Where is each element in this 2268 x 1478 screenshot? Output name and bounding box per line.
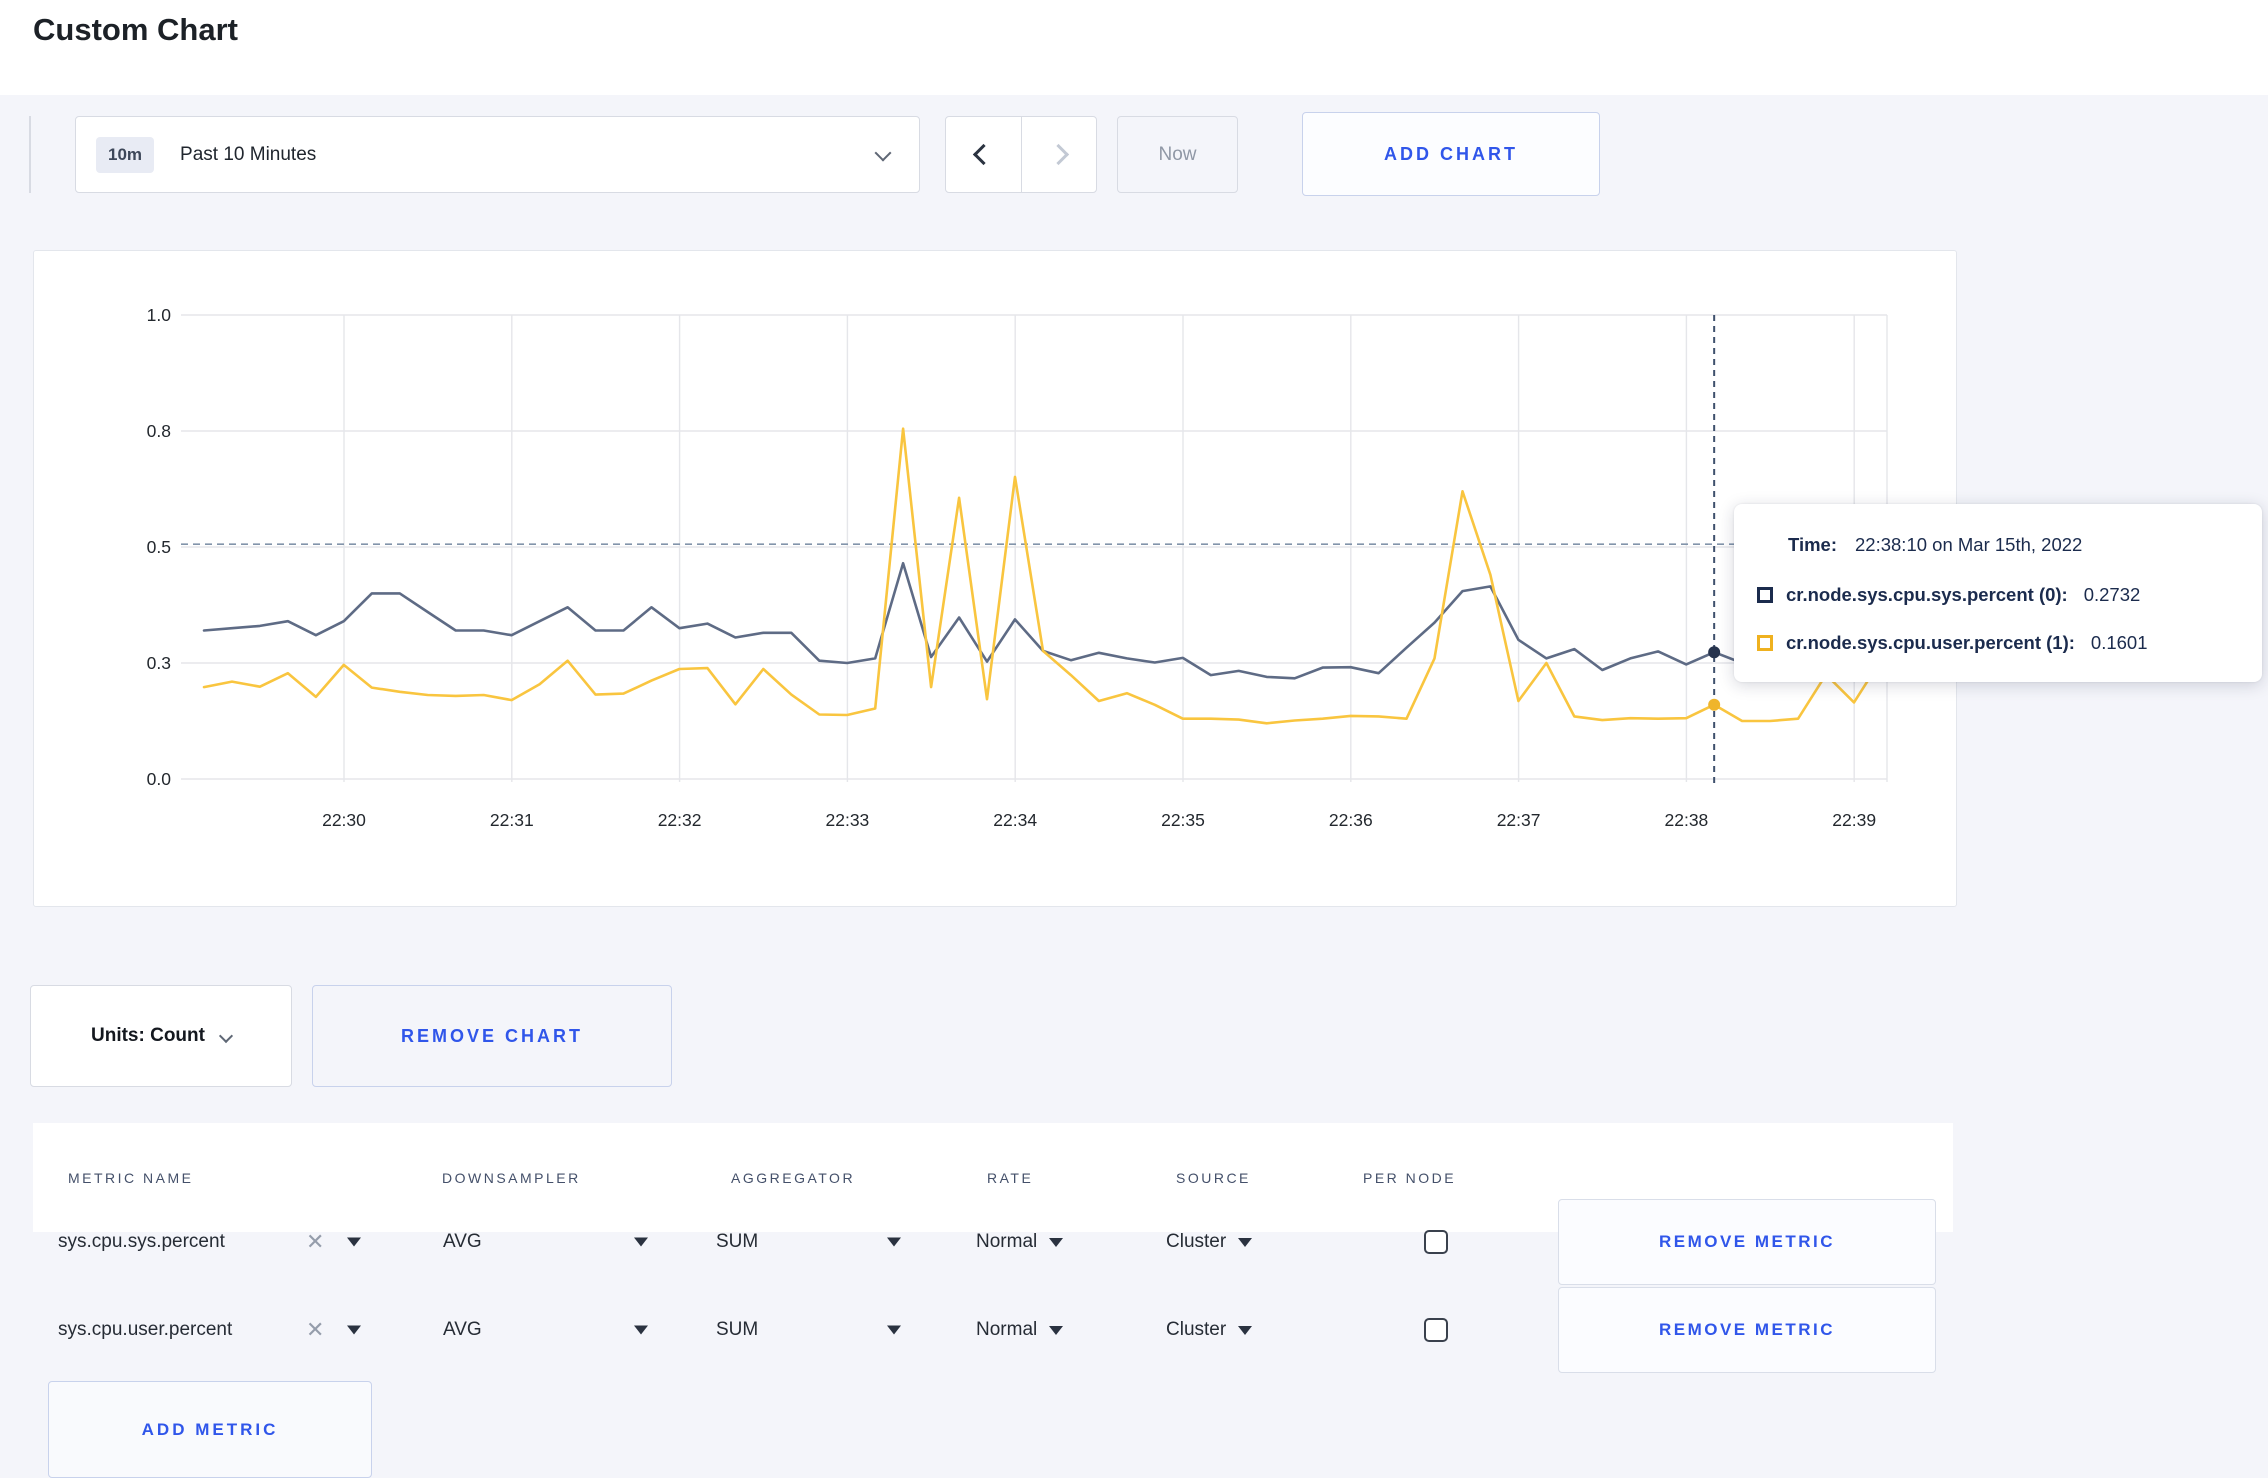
hover-dot	[1708, 698, 1721, 711]
x-tick-label: 22:31	[490, 810, 534, 830]
remove-metric-button[interactable]: REMOVE METRIC	[1558, 1199, 1936, 1285]
tooltip-series-value: 0.2732	[2083, 584, 2141, 605]
time-range-select[interactable]: 10m Past 10 Minutes	[75, 116, 920, 193]
downsampler-dropdown[interactable]	[634, 1237, 648, 1247]
column-header-metric-name: METRIC NAME	[68, 1169, 194, 1186]
chart-svg[interactable]: 0.0 0.3 0.5 0.8 1.0 22:30 22:31 22:32 22:33 22:34…	[34, 251, 1956, 906]
source-select[interactable]: Cluster	[1166, 1319, 1253, 1341]
clear-metric-icon[interactable]: ✕	[306, 1317, 324, 1343]
tooltip-time-value: 22:38:10 on Mar 15th, 2022	[1855, 534, 2083, 555]
chart-tooltip: Time: 22:38:10 on Mar 15th, 2022 cr.node.…	[1734, 504, 2262, 682]
y-tick-label: 0.8	[147, 421, 171, 441]
caret-down-icon	[1049, 1325, 1064, 1335]
rate-value: Normal	[976, 1319, 1038, 1340]
units-label: Units: Count	[91, 1025, 205, 1046]
tooltip-series-name: cr.node.sys.cpu.sys.percent (0):	[1786, 584, 2068, 605]
column-header-source: SOURCE	[1176, 1169, 1251, 1186]
caret-down-icon	[347, 1325, 361, 1335]
per-node-checkbox[interactable]	[1424, 1318, 1448, 1342]
caret-down-icon	[1238, 1237, 1253, 1247]
source-select[interactable]: Cluster	[1166, 1231, 1253, 1253]
tooltip-series-name: cr.node.sys.cpu.user.percent (1):	[1786, 632, 2075, 653]
column-header-aggregator: AGGREGATOR	[731, 1169, 856, 1186]
add-chart-button[interactable]: ADD CHART	[1302, 112, 1600, 196]
caret-down-icon	[1049, 1237, 1064, 1247]
per-node-cell	[1424, 1318, 1448, 1342]
now-button[interactable]: Now	[1117, 116, 1238, 193]
caret-down-icon	[887, 1325, 901, 1335]
y-tick-label: 0.3	[147, 653, 171, 673]
tooltip-series-row: cr.node.sys.cpu.user.percent (1): 0.1601	[1757, 632, 2148, 654]
remove-chart-button[interactable]: REMOVE CHART	[312, 985, 672, 1087]
custom-chart-page: Custom Chart 10m Past 10 Minutes Now ADD…	[0, 0, 2268, 1478]
x-tick-label: 22:34	[993, 810, 1037, 830]
caret-down-icon	[634, 1237, 648, 1247]
page-title: Custom Chart	[33, 12, 238, 47]
per-node-checkbox[interactable]	[1424, 1230, 1448, 1254]
x-tick-label: 22:36	[1329, 810, 1373, 830]
chevron-right-icon	[1048, 143, 1070, 166]
time-range-badge: 10m	[96, 136, 155, 173]
x-tick-label: 22:32	[658, 810, 702, 830]
table-row: sys.cpu.sys.percent ✕ AVG SUM Normal Clu…	[33, 1199, 1953, 1285]
downsampler-dropdown[interactable]	[634, 1325, 648, 1335]
downsampler-select[interactable]: AVG	[443, 1231, 482, 1253]
y-tick-label: 1.0	[147, 305, 172, 325]
series-swatch-icon	[1757, 635, 1773, 651]
caret-down-icon	[887, 1237, 901, 1247]
series-line	[202, 427, 1884, 725]
series-swatch-icon	[1757, 587, 1773, 603]
downsampler-select[interactable]: AVG	[443, 1319, 482, 1341]
x-tick-label: 22:38	[1665, 810, 1709, 830]
column-header-downsampler: DOWNSAMPLER	[442, 1169, 581, 1186]
aggregator-select[interactable]: SUM	[716, 1231, 758, 1253]
rate-select[interactable]: Normal	[976, 1231, 1064, 1253]
caret-down-icon	[634, 1325, 648, 1335]
clear-metric-icon[interactable]: ✕	[306, 1229, 324, 1255]
chevron-left-icon	[972, 143, 994, 166]
y-tick-label: 0.5	[147, 537, 171, 557]
metric-name-value[interactable]: sys.cpu.user.percent	[58, 1319, 232, 1341]
rate-select[interactable]: Normal	[976, 1319, 1064, 1341]
chart-card: 0.0 0.3 0.5 0.8 1.0 22:30 22:31 22:32 22:33 22:34…	[33, 250, 1957, 907]
tooltip-time-label: Time:	[1788, 534, 1838, 555]
source-value: Cluster	[1166, 1231, 1227, 1252]
tooltip-series-row: cr.node.sys.cpu.sys.percent (0): 0.2732	[1757, 584, 2140, 606]
aggregator-select[interactable]: SUM	[716, 1319, 758, 1341]
source-value: Cluster	[1166, 1319, 1227, 1340]
aggregator-dropdown[interactable]	[887, 1325, 901, 1335]
top-band	[0, 0, 2268, 95]
units-select[interactable]: Units: Count	[30, 985, 292, 1087]
x-tick-label: 22:39	[1832, 810, 1876, 830]
series-line	[202, 561, 1884, 680]
add-metric-button[interactable]: ADD METRIC	[48, 1381, 372, 1478]
column-header-rate: RATE	[987, 1169, 1034, 1186]
caret-down-icon	[347, 1237, 361, 1247]
aggregator-dropdown[interactable]	[887, 1237, 901, 1247]
chevron-down-icon	[874, 144, 892, 162]
chevron-down-icon	[218, 1028, 234, 1044]
column-header-per-node: PER NODE	[1363, 1169, 1457, 1186]
metric-name-dropdown[interactable]	[347, 1325, 361, 1335]
metric-name-value[interactable]: sys.cpu.sys.percent	[58, 1231, 225, 1253]
prev-interval-button[interactable]	[946, 117, 1021, 192]
time-step-buttons	[945, 116, 1097, 193]
time-range-label: Past 10 Minutes	[180, 143, 317, 165]
tooltip-time-row: Time: 22:38:10 on Mar 15th, 2022	[1788, 534, 2082, 556]
caret-down-icon	[1238, 1325, 1253, 1335]
y-tick-label: 0.0	[147, 769, 172, 789]
x-tick-label: 22:35	[1161, 810, 1205, 830]
next-interval-button[interactable]	[1020, 117, 1097, 192]
tooltip-series-value: 0.1601	[2090, 632, 2148, 653]
toolbar-divider	[29, 116, 31, 193]
rate-value: Normal	[976, 1231, 1038, 1252]
table-row: sys.cpu.user.percent ✕ AVG SUM Normal Cl…	[33, 1287, 1953, 1373]
x-tick-label: 22:33	[826, 810, 870, 830]
x-tick-label: 22:37	[1497, 810, 1541, 830]
x-tick-label: 22:30	[322, 810, 366, 830]
metric-name-dropdown[interactable]	[347, 1237, 361, 1247]
remove-metric-button[interactable]: REMOVE METRIC	[1558, 1287, 1936, 1373]
hover-dot	[1708, 646, 1721, 659]
per-node-cell	[1424, 1230, 1448, 1254]
